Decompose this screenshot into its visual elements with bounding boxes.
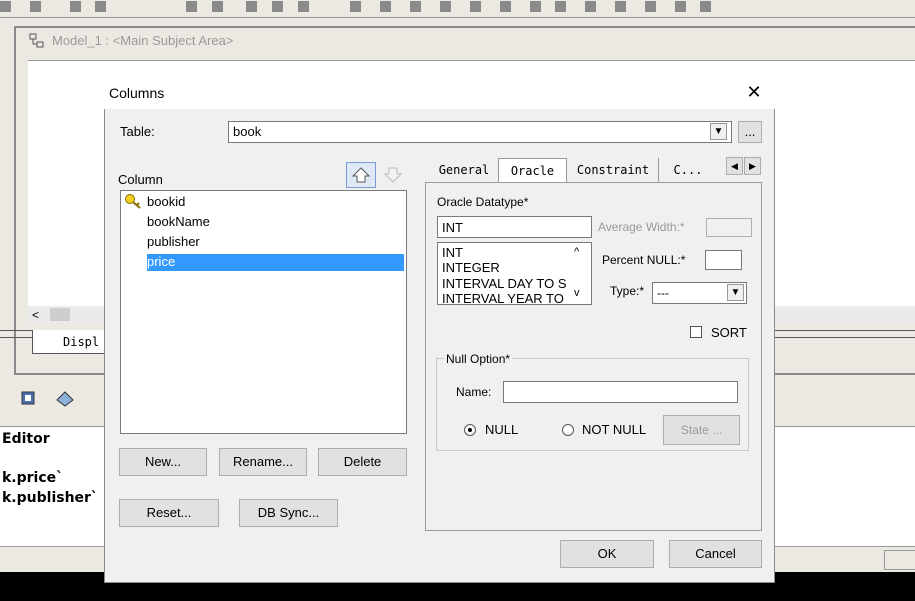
scroll-thumb[interactable] [50, 308, 70, 321]
tab-scroll-left-icon[interactable]: ◀ [726, 157, 743, 175]
editor-toolbar-icon[interactable] [54, 389, 76, 407]
dialog-title-bar [104, 76, 775, 109]
toolbar-icon[interactable] [186, 1, 197, 12]
toolbar-icon[interactable] [298, 1, 309, 12]
table-label: Table: [120, 124, 155, 139]
selected-row-highlight [147, 254, 404, 271]
toolbar-icon[interactable] [585, 1, 596, 12]
toolbar-icon[interactable] [700, 1, 711, 12]
model-icon [29, 33, 45, 49]
scroll-down-icon[interactable]: v [574, 287, 580, 299]
list-item[interactable]: INTEGER [442, 261, 500, 275]
tab-general[interactable]: General [431, 158, 497, 182]
table-select[interactable]: book [228, 121, 732, 143]
oracle-datatype-label: Oracle Datatype* [437, 195, 529, 209]
list-item[interactable]: INTERVAL YEAR TO [442, 292, 564, 305]
toolbar-icon[interactable] [212, 1, 223, 12]
toolbar-icon[interactable] [615, 1, 626, 12]
rename-button[interactable]: Rename... [219, 448, 307, 476]
toolbar-icon[interactable] [470, 1, 481, 12]
editor-label: Editor [2, 431, 50, 447]
cancel-button[interactable]: Cancel [669, 540, 762, 568]
oracle-datatype-value: INT [442, 220, 463, 235]
toolbar-icon[interactable] [555, 1, 566, 12]
reset-button[interactable]: Reset... [119, 499, 219, 527]
display-tab[interactable]: Displ [32, 330, 112, 354]
display-tab-label: Displ [63, 335, 100, 349]
toolbar-icon[interactable] [0, 1, 11, 12]
type-dropdown-arrow[interactable]: ▼ [727, 284, 744, 301]
table-dropdown-arrow[interactable]: ▼ [710, 123, 727, 140]
move-up-button[interactable] [346, 162, 376, 188]
dialog-title: Columns [109, 85, 165, 101]
editor-toolbar-icon[interactable] [18, 389, 40, 407]
ok-button[interactable]: OK [560, 540, 654, 568]
toolbar-icon[interactable] [272, 1, 283, 12]
scroll-left-icon[interactable]: < [32, 308, 39, 322]
average-width-input[interactable] [706, 218, 752, 237]
percent-null-input[interactable] [705, 250, 742, 270]
db-sync-button[interactable]: DB Sync... [239, 499, 338, 527]
sort-label: SORT [711, 325, 747, 340]
list-item[interactable]: publisher [147, 233, 200, 251]
toolbar-icon[interactable] [675, 1, 686, 12]
key-icon [124, 193, 142, 209]
tab-more[interactable]: C... [662, 158, 714, 182]
main-toolbar [0, 0, 915, 18]
toolbar-icon[interactable] [350, 1, 361, 12]
column-label: Column [118, 172, 163, 187]
not-null-radio-label: NOT NULL [582, 422, 647, 437]
not-null-radio[interactable] [562, 424, 574, 436]
toolbar-icon[interactable] [500, 1, 511, 12]
new-button[interactable]: New... [119, 448, 207, 476]
toolbar-icon[interactable] [410, 1, 421, 12]
datatype-list[interactable]: INT INTEGER INTERVAL DAY TO S INTERVAL Y… [437, 242, 592, 305]
toolbar-icon[interactable] [380, 1, 391, 12]
toolbar-icon[interactable] [530, 1, 541, 12]
toolbar-icon[interactable] [440, 1, 451, 12]
move-down-button[interactable] [378, 162, 408, 188]
average-width-label: Average Width:* [598, 220, 685, 234]
list-item[interactable]: INT [442, 246, 463, 260]
table-browse-button[interactable]: ... [738, 121, 762, 143]
type-select-value: --- [657, 286, 669, 300]
toolbar-icon[interactable] [30, 1, 41, 12]
sort-checkbox[interactable] [690, 326, 702, 338]
list-item[interactable]: bookid [147, 193, 185, 211]
toolbar-icon[interactable] [246, 1, 257, 12]
toolbar-icon[interactable] [645, 1, 656, 12]
table-select-value: book [233, 124, 262, 139]
percent-null-label: Percent NULL:* [602, 253, 686, 267]
editor-line: k.price` [2, 470, 64, 486]
tab-oracle[interactable]: Oracle [498, 158, 567, 183]
tab-scroll-right-icon[interactable]: ▶ [744, 157, 761, 175]
type-label: Type:* [610, 284, 645, 298]
editor-line: k.publisher` [2, 490, 98, 506]
null-option-label: Null Option* [444, 352, 513, 366]
close-button[interactable]: ✕ [744, 82, 764, 102]
name-label: Name: [456, 385, 492, 399]
list-item[interactable]: INTERVAL DAY TO S [442, 277, 567, 291]
tab-constraint[interactable]: Constraint [568, 158, 659, 182]
model-window-title: Model_1 : <Main Subject Area> [52, 33, 234, 48]
toolbar-icon[interactable] [70, 1, 81, 12]
oracle-datatype-input[interactable]: INT [437, 216, 592, 238]
toolbar-icon[interactable] [95, 1, 106, 12]
list-item-selected[interactable]: price [147, 253, 175, 271]
delete-button[interactable]: Delete [318, 448, 407, 476]
status-cell [884, 550, 915, 570]
scroll-up-icon[interactable]: ^ [574, 246, 579, 258]
state-button[interactable]: State ... [663, 415, 740, 445]
list-item[interactable]: bookName [147, 213, 210, 231]
null-radio-label: NULL [485, 422, 519, 437]
null-name-input[interactable] [503, 381, 738, 403]
null-radio[interactable] [464, 424, 476, 436]
